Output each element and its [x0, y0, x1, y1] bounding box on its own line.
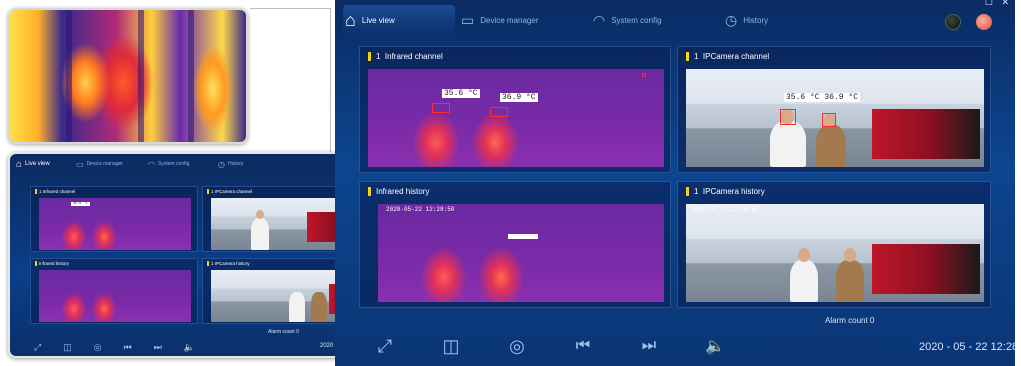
- status-indicator-red: [976, 14, 992, 30]
- volume-icon[interactable]: 🔈: [705, 336, 725, 356]
- tab-device-manager[interactable]: ▭ Device manager: [455, 12, 593, 29]
- person: [770, 121, 806, 167]
- history-timestamp: 2020-05-22 12:28:50: [690, 206, 759, 213]
- face-detection-box: [822, 113, 836, 127]
- skip-forward-icon[interactable]: ⏭: [639, 337, 659, 355]
- camera-icon[interactable]: ◎: [507, 336, 527, 357]
- channel-marker: [686, 51, 689, 61]
- volume-icon[interactable]: 🔈: [184, 342, 195, 353]
- camera-live-feed: 35.6 °C 36.9 °C: [686, 69, 984, 167]
- person-head: [256, 210, 264, 219]
- channel-marker: [207, 189, 209, 194]
- history-timestamp: 2020-05-22 12:28:50: [386, 206, 455, 213]
- temperature-tag: [508, 234, 538, 239]
- channel-marker: [686, 186, 689, 196]
- tab-bar: ⌂ Live view ▭ Device manager ◠ System co…: [335, 0, 1015, 40]
- tab-history[interactable]: ◷ History: [725, 12, 815, 29]
- expand-icon[interactable]: ⤢: [34, 342, 41, 353]
- datetime: 2020 - 05 - 22 12:28: [919, 341, 1015, 353]
- person: [289, 292, 305, 322]
- small-temp-overlay: 35.6 °C: [71, 202, 90, 206]
- person: [816, 125, 846, 167]
- window-controls: ☐ ✕: [985, 0, 1009, 8]
- expand-icon[interactable]: ⤢: [375, 336, 395, 357]
- channel-marker: [368, 186, 371, 196]
- person: [311, 292, 327, 322]
- home-icon: ⌂: [345, 9, 356, 30]
- app-window: ⌂ Live view ▭ Device manager ◠ System co…: [335, 0, 1015, 366]
- connector-line: [250, 8, 330, 9]
- small-alarm-count: Alarm count 0: [268, 329, 299, 335]
- camera-history-feed: 2020-05-22 12:28:50: [686, 204, 984, 302]
- tab-system-config[interactable]: ◠ System config: [593, 12, 725, 29]
- history-icon: ◷: [218, 159, 225, 169]
- thermal-stripe: [188, 10, 194, 142]
- monitor-icon: ▭: [76, 159, 84, 169]
- thermal-stripe: [66, 10, 72, 142]
- gauge-icon: ◠: [148, 159, 155, 169]
- control-bar: ⤢ ◫ ◎ ⏮ ⏭ 🔈: [335, 332, 1015, 360]
- face-detection-box: [642, 73, 646, 77]
- small-tab-system-config[interactable]: ◠ System config: [148, 160, 218, 169]
- small-app-window: ⌂ Live view ▭ Device manager ◠ System co…: [8, 152, 376, 358]
- monitor-icon: ▭: [461, 11, 475, 28]
- thermal-photo: [8, 8, 248, 144]
- channel-marker: [207, 261, 209, 266]
- panel-infrared-history: Infrared history 2020-05-22 12:28:50: [359, 181, 671, 308]
- person: [836, 260, 864, 302]
- temperature-overlay: 35.6 °C 36.9 °C: [784, 93, 861, 102]
- maximize-button[interactable]: ☐: [985, 0, 993, 7]
- wall-banner: [872, 244, 980, 294]
- temperature-label-left: 35.6 °C: [442, 89, 480, 98]
- channel-marker: [35, 189, 37, 194]
- temperature-label-right: 36.9 °C: [500, 93, 538, 102]
- gauge-icon: ◠: [593, 11, 606, 28]
- person: [251, 218, 269, 250]
- small-panel-infrared-history: Infrared history: [30, 258, 198, 324]
- skip-back-icon[interactable]: ⏮: [124, 342, 132, 353]
- infrared-history-feed: 2020-05-22 12:28:50: [378, 204, 664, 302]
- person: [790, 260, 818, 302]
- home-icon: ⌂: [16, 158, 23, 170]
- small-infrared-history-feed: [39, 270, 191, 322]
- infrared-live-feed: 35.6 °C 36.9 °C: [368, 69, 664, 167]
- status-indicator-dark: [945, 14, 961, 30]
- small-infrared-feed: 35.6 °C: [39, 198, 191, 250]
- face-detection-box: [490, 107, 508, 117]
- small-panel-infrared-channel: 1 Infrared channel 35.6 °C: [30, 186, 198, 252]
- history-icon: ◷: [725, 11, 738, 28]
- channel-marker: [368, 51, 371, 61]
- skip-back-icon[interactable]: ⏮: [573, 337, 593, 355]
- face-detection-box: [780, 109, 796, 125]
- camera-icon[interactable]: ◎: [94, 342, 102, 353]
- skip-forward-icon[interactable]: ⏭: [154, 342, 162, 353]
- small-tab-device-manager[interactable]: ▭ Device manager: [76, 160, 148, 169]
- person-head: [844, 248, 856, 262]
- split-view-icon[interactable]: ◫: [63, 342, 72, 353]
- tab-live-view[interactable]: ⌂ Live view: [343, 5, 455, 35]
- wall-banner: [872, 109, 980, 159]
- small-tab-bar: ⌂ Live view ▭ Device manager ◠ System co…: [10, 154, 374, 174]
- small-tab-live-view[interactable]: ⌂ Live view: [16, 159, 76, 170]
- person-head: [798, 248, 810, 262]
- split-view-icon[interactable]: ◫: [441, 336, 461, 357]
- small-tab-history[interactable]: ◷ History: [218, 160, 268, 169]
- channel-marker: [35, 261, 37, 266]
- alarm-count: Alarm count 0: [825, 316, 875, 325]
- close-button[interactable]: ✕: [1001, 0, 1009, 7]
- face-detection-box: [432, 103, 450, 113]
- panel-infrared-channel: 1 Infrared channel 35.6 °C 36.9 °C: [359, 46, 671, 173]
- thermal-stripe: [138, 10, 144, 142]
- panel-ipcamera-channel: 1 IPCamera channel 35.6 °C 36.9 °C: [677, 46, 991, 173]
- panel-ipcamera-history: 1 IPCamera history 2020-05-22 12:28:50: [677, 181, 991, 308]
